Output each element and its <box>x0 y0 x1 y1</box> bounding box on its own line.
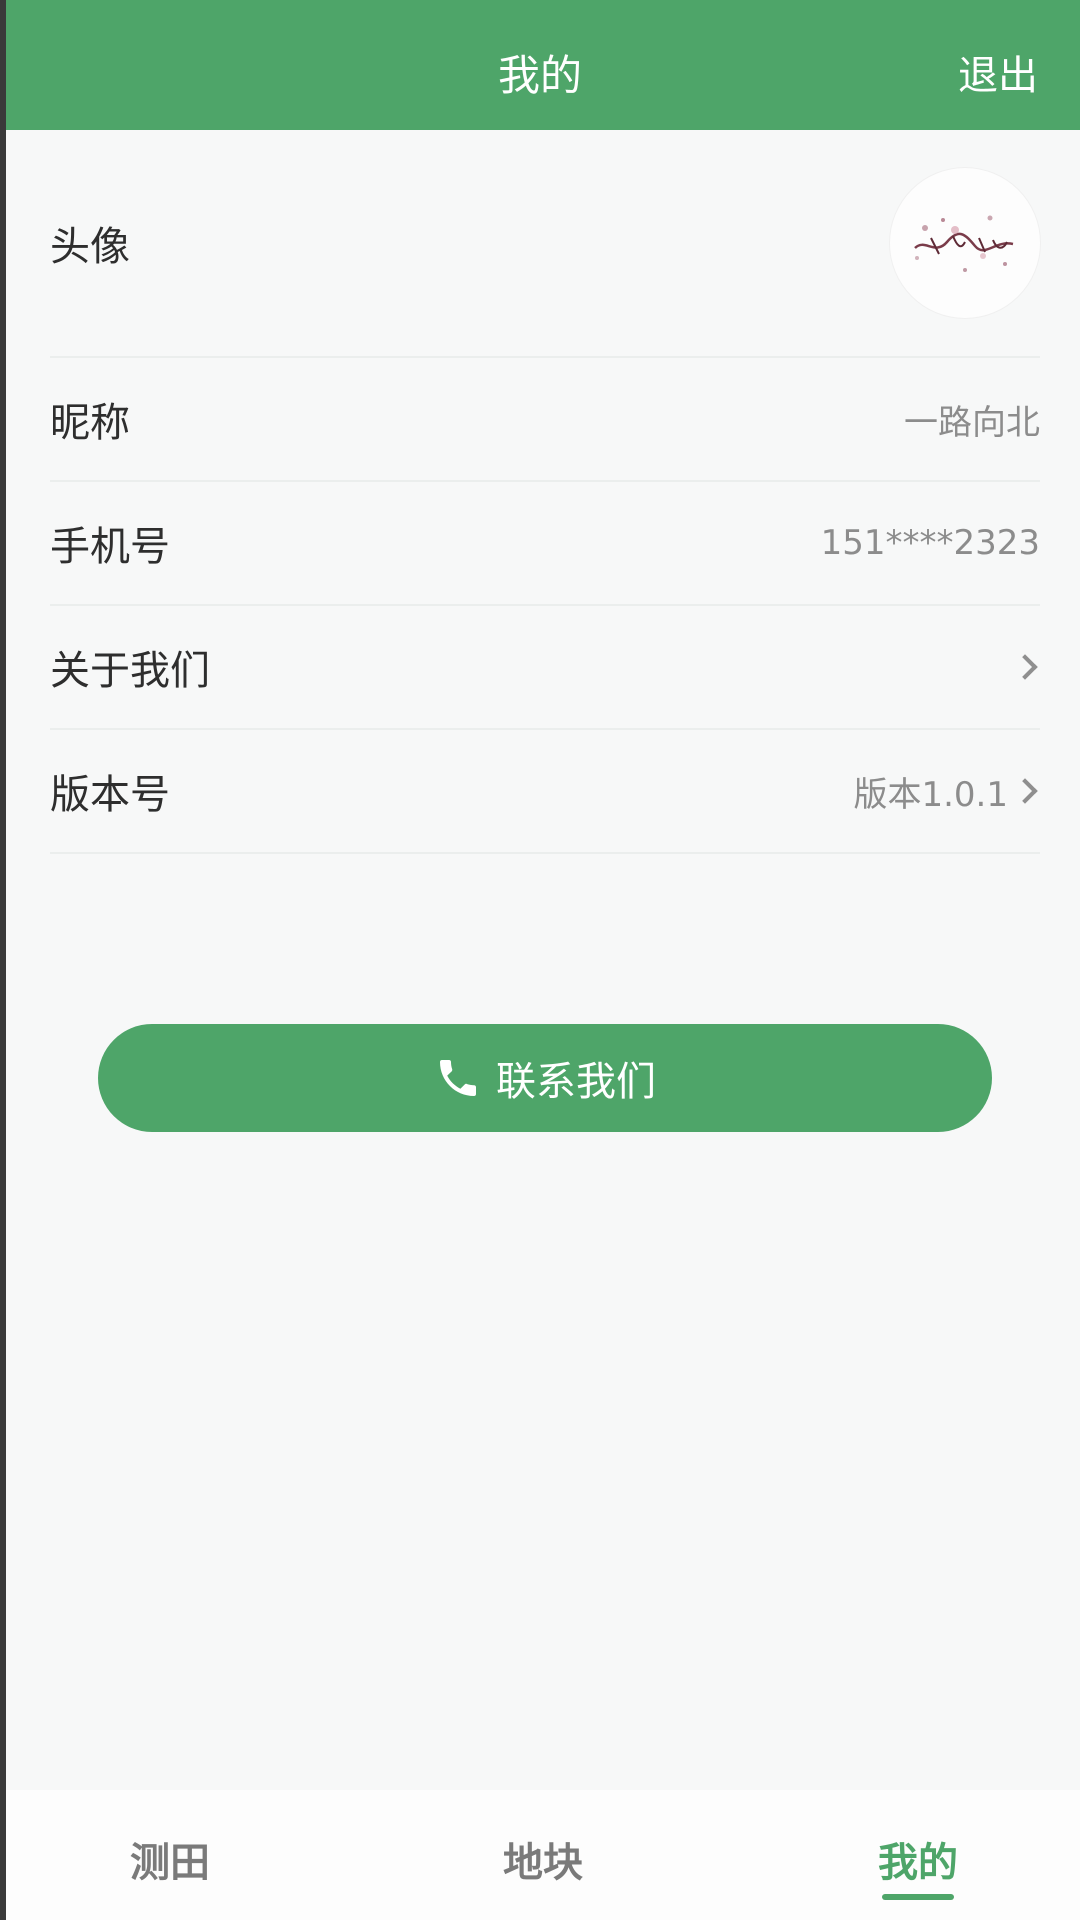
tab-survey[interactable]: 测田 <box>70 1830 270 1888</box>
version-label: 版本号 <box>50 772 170 818</box>
tab-plots-label: 地块 <box>503 1840 583 1886</box>
about-us-chevron <box>1008 654 1040 680</box>
version-row[interactable]: 版本号 版本1.0.1 <box>50 730 1040 854</box>
chevron-right-icon <box>1012 654 1038 680</box>
phone-icon <box>440 1060 476 1096</box>
active-tab-indicator <box>882 1894 954 1900</box>
chevron-right-icon <box>1012 778 1038 804</box>
screen-edge <box>0 0 6 1920</box>
version-value: 版本1.0.1 <box>853 774 1008 815</box>
logout-button[interactable]: 退出 <box>958 48 1038 104</box>
top-bar: 我的 退出 <box>0 0 1080 130</box>
tab-survey-label: 测田 <box>130 1840 210 1886</box>
profile-list: 头像 昵称 一路向北 手机号 151****2323 关于我们 版本号 版本1.… <box>0 130 1080 854</box>
avatar[interactable] <box>890 168 1040 318</box>
version-value-wrap: 版本1.0.1 <box>853 767 1040 816</box>
avatar-label: 头像 <box>50 224 130 270</box>
about-us-row[interactable]: 关于我们 <box>50 606 1040 730</box>
bottom-tab-bar: 测田 地块 我的 <box>0 1790 1080 1920</box>
avatar-image-icon <box>914 215 1014 272</box>
tab-plots[interactable]: 地块 <box>443 1830 643 1888</box>
contact-us-label: 联系我们 <box>496 1059 656 1105</box>
phone-value: 151****2323 <box>820 523 1040 563</box>
page-title: 我的 <box>497 51 582 100</box>
contact-us-button[interactable]: 联系我们 <box>98 1024 992 1132</box>
nickname-value: 一路向北 <box>904 402 1040 443</box>
phone-row[interactable]: 手机号 151****2323 <box>50 482 1040 606</box>
avatar-row[interactable]: 头像 <box>50 130 1040 358</box>
tab-mine[interactable]: 我的 <box>818 1830 1018 1900</box>
nickname-label: 昵称 <box>50 400 130 446</box>
tab-mine-label: 我的 <box>878 1840 958 1886</box>
about-us-label: 关于我们 <box>50 648 210 694</box>
nickname-row[interactable]: 昵称 一路向北 <box>50 358 1040 482</box>
phone-label: 手机号 <box>50 524 170 570</box>
